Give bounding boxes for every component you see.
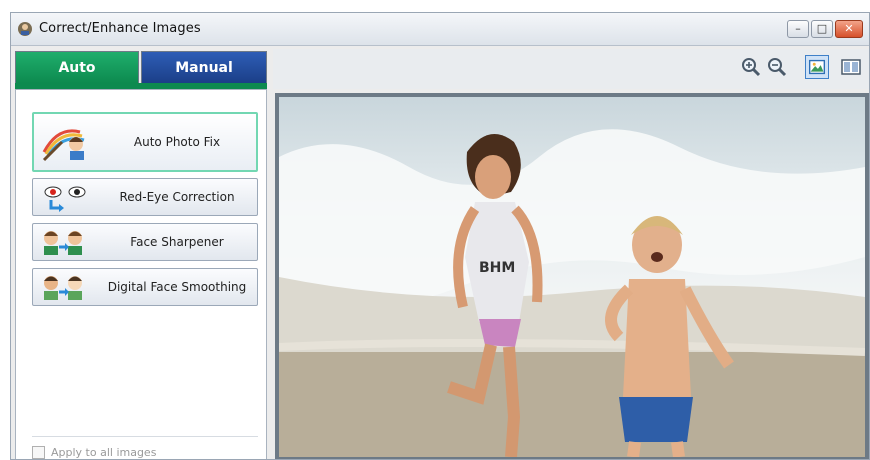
apply-to-all-checkbox[interactable] (32, 446, 45, 459)
image-preview-area[interactable]: BHM (275, 93, 869, 459)
apply-to-all-label: Apply to all images (51, 446, 157, 459)
face-smoothing-icon (44, 276, 82, 300)
face-sharpener-button[interactable]: Face Sharpener (32, 223, 258, 261)
red-eye-correction-button[interactable]: Red-Eye Correction (32, 178, 258, 216)
tab-manual[interactable]: Manual (141, 51, 267, 83)
fix-label: Auto Photo Fix (133, 135, 221, 149)
digital-face-smoothing-button[interactable]: Digital Face Smoothing (32, 268, 258, 306)
correct-enhance-window: Correct/Enhance Images – □ ✕ Auto Manual… (10, 12, 870, 460)
title-bar: Correct/Enhance Images – □ ✕ (11, 13, 869, 46)
maximize-button[interactable]: □ (811, 20, 833, 38)
zoom-in-icon[interactable] (739, 55, 763, 79)
zoom-out-icon[interactable] (765, 55, 789, 79)
left-panel: Auto Manual Auto Photo Fix Red-Eye Corre… (15, 49, 267, 459)
photo-preview-image: BHM (278, 97, 866, 458)
fix-label: Face Sharpener (130, 235, 224, 249)
fit-view-icon[interactable] (805, 55, 829, 79)
apply-to-all-row: Apply to all images (32, 446, 156, 459)
close-button[interactable]: ✕ (835, 20, 863, 38)
preview-toolbar (273, 49, 869, 89)
window-title: Correct/Enhance Images (39, 21, 201, 36)
compare-view-icon[interactable] (839, 55, 863, 79)
fix-label: Red-Eye Correction (119, 190, 235, 204)
auto-panel-body: Auto Photo Fix Red-Eye Correction Face S… (15, 89, 267, 459)
svg-text:BHM: BHM (479, 260, 515, 276)
divider (32, 436, 258, 437)
fix-label: Digital Face Smoothing (107, 280, 247, 294)
app-icon (18, 22, 32, 36)
minimize-button[interactable]: – (787, 20, 809, 38)
auto-photo-fix-icon (42, 129, 85, 162)
face-sharpener-icon (44, 231, 82, 255)
tab-auto[interactable]: Auto (15, 51, 139, 83)
auto-photo-fix-button[interactable]: Auto Photo Fix (32, 112, 258, 172)
red-eye-icon (44, 186, 86, 212)
